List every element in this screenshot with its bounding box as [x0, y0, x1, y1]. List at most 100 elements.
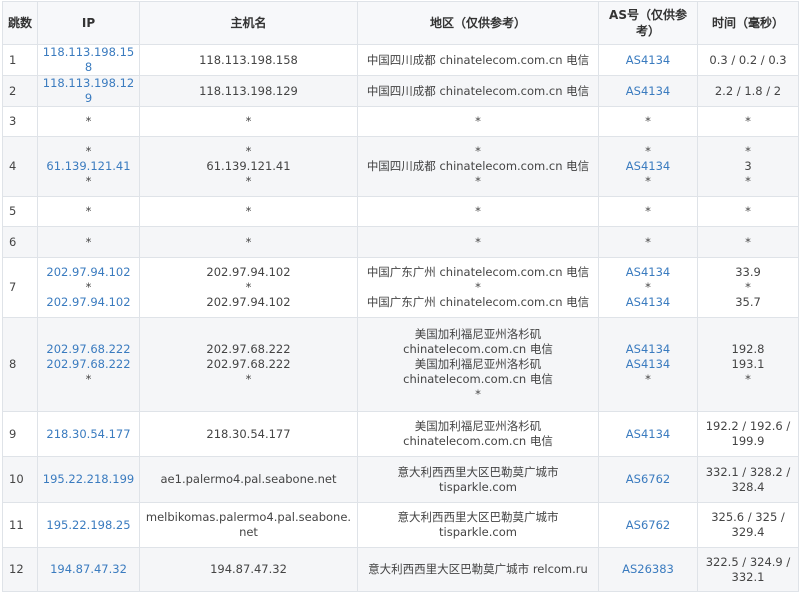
- region-text: 美国加利福尼亚州洛杉矶: [414, 357, 542, 371]
- region-text: chinatelecom.com.cn 电信: [403, 434, 553, 448]
- timeout-marker: *: [745, 144, 751, 158]
- region-text: chinatelecom.com.cn 电信: [403, 372, 553, 386]
- host-cell: 202.97.68.222 202.97.68.222 *: [139, 317, 358, 412]
- latency-text: 192.8: [731, 342, 765, 356]
- ip-link[interactable]: 202.97.68.222: [42, 342, 135, 357]
- region-text: tisparkle.com: [439, 525, 517, 539]
- as-cell: * AS4134 *: [598, 136, 698, 197]
- timeout-marker: *: [245, 204, 252, 218]
- region-cell: 美国加利福尼亚州洛杉矶 chinatelecom.com.cn 电信 美国加利福尼亚…: [357, 317, 599, 412]
- ip-cell: *: [37, 226, 140, 258]
- as-link[interactable]: AS4134: [603, 357, 693, 372]
- ip-link[interactable]: 195.22.198.25: [42, 518, 135, 533]
- as-link[interactable]: AS4134: [603, 53, 693, 68]
- header-hop: 跳数: [2, 1, 38, 45]
- timeout-marker: *: [475, 204, 481, 218]
- hop-number: 11: [2, 502, 38, 548]
- ip-link[interactable]: 202.97.94.102: [42, 295, 135, 310]
- timeout-marker: *: [745, 234, 751, 249]
- table-body: 1 118.113.198.158 118.113.198.158 中国四川成都 ch…: [2, 44, 799, 592]
- ip-link[interactable]: 202.97.94.102: [42, 265, 135, 280]
- timeout-marker: *: [475, 144, 481, 158]
- timeout-marker: *: [475, 280, 481, 294]
- region-text: 美国加利福尼亚州洛杉矶: [414, 327, 542, 341]
- ip-link[interactable]: 195.22.218.199: [42, 472, 135, 487]
- region-cell: *: [357, 196, 599, 227]
- hop-number: 10: [2, 456, 38, 503]
- timeout-marker: *: [745, 114, 751, 128]
- timeout-marker: *: [245, 234, 252, 249]
- host-cell: *: [139, 226, 358, 258]
- timeout-marker: *: [475, 234, 481, 249]
- ip-link[interactable]: 218.30.54.177: [42, 427, 135, 442]
- host-cell: 194.87.47.32: [139, 547, 358, 592]
- time-cell: 332.1 / 328.2 /328.4: [697, 456, 799, 503]
- hop-number: 8: [2, 317, 38, 412]
- as-cell: AS4134: [598, 75, 698, 107]
- time-cell: 192.2 / 192.6 /199.9: [697, 411, 799, 457]
- timeout-marker: *: [245, 372, 252, 386]
- host-cell: 118.113.198.158: [139, 44, 358, 76]
- timeout-marker: *: [645, 204, 651, 218]
- ip-cell: * 61.139.121.41 *: [37, 136, 140, 197]
- timeout-marker: *: [645, 280, 651, 294]
- region-text: 美国加利福尼亚州洛杉矶: [414, 419, 542, 433]
- as-link[interactable]: AS6762: [603, 518, 693, 533]
- ip-cell: 194.87.47.32: [37, 547, 140, 592]
- latency-text: 199.9: [731, 434, 765, 448]
- ip-link[interactable]: 118.113.198.129: [42, 77, 135, 106]
- region-text: 中国四川成都 chinatelecom.com.cn 电信: [366, 83, 590, 98]
- host-cell: 202.97.94.102 * 202.97.94.102: [139, 257, 358, 318]
- hostname: 118.113.198.158: [199, 52, 298, 67]
- timeout-marker: *: [745, 174, 751, 188]
- hostname: 202.97.94.102: [206, 295, 291, 309]
- time-cell: *: [697, 196, 799, 227]
- host-cell: ae1.palermo4.pal.seabone.net: [139, 456, 358, 503]
- region-cell: 中国四川成都 chinatelecom.com.cn 电信: [357, 75, 599, 107]
- region-text: 中国广东广州 chinatelecom.com.cn 电信: [366, 265, 590, 279]
- as-cell: AS6762: [598, 502, 698, 548]
- region-text: tisparkle.com: [439, 479, 517, 494]
- timeout-marker: *: [645, 174, 651, 188]
- latency-text: 329.4: [731, 525, 765, 539]
- ip-cell: 218.30.54.177: [37, 411, 140, 457]
- hop-number: 5: [2, 196, 38, 227]
- host-cell: 118.113.198.129: [139, 75, 358, 107]
- table-row: 11 195.22.198.25 melbikomas.palermo4.pal.s…: [2, 502, 799, 548]
- timeout-marker: *: [245, 174, 252, 188]
- hostname: ae1.palermo4.pal.seabone.net: [160, 472, 337, 486]
- latency-text: 2.2 / 1.8 / 2: [714, 83, 782, 98]
- latency-text: 332.1 / 328.2 /: [705, 464, 791, 479]
- hostname: 194.87.47.32: [210, 562, 287, 576]
- host-cell: 218.30.54.177: [139, 411, 358, 457]
- as-cell: AS6762: [598, 456, 698, 503]
- ip-cell: 118.113.198.129: [37, 75, 140, 107]
- as-link[interactable]: AS6762: [603, 472, 693, 487]
- as-link[interactable]: AS4134: [603, 295, 693, 310]
- table-row: 9 218.30.54.177 218.30.54.177 美国加利福尼亚州洛杉矶 ch…: [2, 411, 799, 457]
- ip-link[interactable]: 202.97.68.222: [42, 357, 135, 372]
- hop-number: 7: [2, 257, 38, 318]
- ip-link[interactable]: 61.139.121.41: [42, 159, 135, 174]
- host-cell: *: [139, 106, 358, 137]
- time-cell: 322.5 / 324.9 /332.1: [697, 547, 799, 592]
- as-link[interactable]: AS4134: [603, 159, 693, 174]
- hop-number: 4: [2, 136, 38, 197]
- as-link[interactable]: AS4134: [603, 84, 693, 99]
- timeout-marker: *: [245, 280, 252, 294]
- region-text: 中国广东广州 chinatelecom.com.cn 电信: [366, 295, 590, 309]
- as-link[interactable]: AS26383: [603, 562, 693, 577]
- timeout-marker: *: [475, 114, 481, 128]
- table-header-row: 跳数 IP 主机名 地区（仅供参考） AS号（仅供参考） 时间（毫秒）: [2, 1, 799, 45]
- as-link[interactable]: AS4134: [603, 427, 693, 442]
- traceroute-table: 跳数 IP 主机名 地区（仅供参考） AS号（仅供参考） 时间（毫秒） 1 118…: [2, 1, 799, 592]
- ip-link[interactable]: 194.87.47.32: [42, 562, 135, 577]
- header-time: 时间（毫秒）: [697, 1, 799, 45]
- region-cell: *: [357, 226, 599, 258]
- ip-link[interactable]: 118.113.198.158: [42, 46, 135, 75]
- as-link[interactable]: AS4134: [603, 265, 693, 280]
- table-row: 10 195.22.218.199 ae1.palermo4.pal.seabone…: [2, 456, 799, 503]
- ip-cell: 118.113.198.158: [37, 44, 140, 76]
- latency-text: 328.4: [731, 479, 765, 494]
- as-link[interactable]: AS4134: [603, 342, 693, 357]
